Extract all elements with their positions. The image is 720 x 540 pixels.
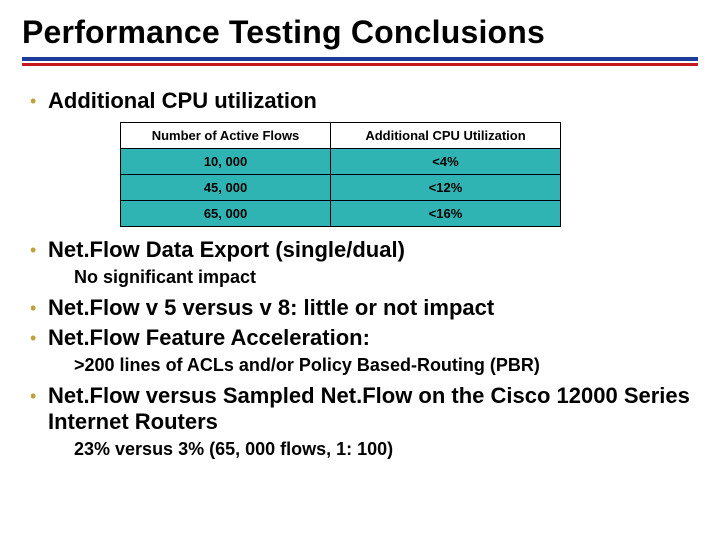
cell-flows: 45, 000: [121, 175, 331, 201]
sub-bullet: 23% versus 3% (65, 000 flows, 1: 100): [74, 437, 690, 461]
cell-flows: 65, 000: [121, 201, 331, 227]
bullet-row: • Net.Flow v 5 versus v 8: little or not…: [30, 295, 690, 321]
bullet-text: Net.Flow versus Sampled Net.Flow on the …: [48, 383, 690, 435]
cell-flows: 10, 000: [121, 149, 331, 175]
table-row: 45, 000 <12%: [121, 175, 561, 201]
bullet-icon: •: [30, 295, 48, 321]
bullet-item: • Additional CPU utilization Number of A…: [30, 88, 690, 227]
bullet-item: • Net.Flow Data Export (single/dual) No …: [30, 237, 690, 289]
bullet-text: Additional CPU utilization: [48, 88, 317, 114]
bullet-row: • Additional CPU utilization: [30, 88, 690, 114]
table-header-row: Number of Active Flows Additional CPU Ut…: [121, 123, 561, 149]
table-row: 10, 000 <4%: [121, 149, 561, 175]
table-row: 65, 000 <16%: [121, 201, 561, 227]
bullet-icon: •: [30, 88, 48, 114]
col-header-flows: Number of Active Flows: [121, 123, 331, 149]
bullet-row: • Net.Flow Feature Acceleration:: [30, 325, 690, 351]
cpu-table: Number of Active Flows Additional CPU Ut…: [120, 122, 561, 227]
bullet-text: Net.Flow Data Export (single/dual): [48, 237, 405, 263]
bullet-item: • Net.Flow Feature Acceleration: >200 li…: [30, 325, 690, 377]
col-header-cpu: Additional CPU Utilization: [331, 123, 561, 149]
content: • Additional CPU utilization Number of A…: [22, 66, 698, 461]
bullet-text: Net.Flow v 5 versus v 8: little or not i…: [48, 295, 494, 321]
bullet-icon: •: [30, 325, 48, 351]
bullet-list: • Additional CPU utilization Number of A…: [30, 88, 690, 461]
bullet-row: • Net.Flow versus Sampled Net.Flow on th…: [30, 383, 690, 435]
bullet-icon: •: [30, 383, 48, 409]
cpu-table-wrap: Number of Active Flows Additional CPU Ut…: [120, 122, 690, 227]
sub-bullet: >200 lines of ACLs and/or Policy Based-R…: [74, 353, 690, 377]
rule-blue: [22, 57, 698, 61]
bullet-item: • Net.Flow v 5 versus v 8: little or not…: [30, 295, 690, 321]
slide: Performance Testing Conclusions • Additi…: [0, 0, 720, 540]
cell-cpu: <16%: [331, 201, 561, 227]
title-rule: [22, 57, 698, 66]
cell-cpu: <12%: [331, 175, 561, 201]
bullet-row: • Net.Flow Data Export (single/dual): [30, 237, 690, 263]
sub-bullet: No significant impact: [74, 265, 690, 289]
bullet-text: Net.Flow Feature Acceleration:: [48, 325, 370, 351]
bullet-icon: •: [30, 237, 48, 263]
slide-title: Performance Testing Conclusions: [22, 14, 698, 51]
bullet-item: • Net.Flow versus Sampled Net.Flow on th…: [30, 383, 690, 461]
cell-cpu: <4%: [331, 149, 561, 175]
